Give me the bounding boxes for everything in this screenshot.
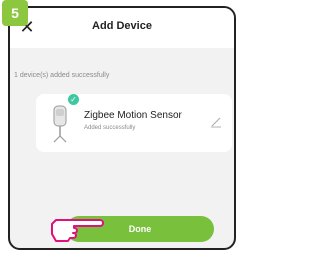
check-icon: ✓ <box>68 94 79 105</box>
motion-sensor-icon <box>53 105 67 143</box>
step-number-badge: 5 <box>2 0 28 26</box>
device-card[interactable]: ✓ Zigbee Motion Sensor Added successfull… <box>36 94 232 152</box>
device-status: Added successfully <box>84 125 136 131</box>
edit-icon[interactable] <box>210 116 222 128</box>
status-text: 1 device(s) added successfully <box>14 72 110 79</box>
device-name: Zigbee Motion Sensor <box>84 110 182 121</box>
top-bar: ✕ Add Device <box>10 8 234 48</box>
phone-frame: ✕ Add Device 1 device(s) added successfu… <box>8 6 236 250</box>
hand-pointer-icon <box>51 219 104 242</box>
page-title: Add Device <box>92 20 152 32</box>
